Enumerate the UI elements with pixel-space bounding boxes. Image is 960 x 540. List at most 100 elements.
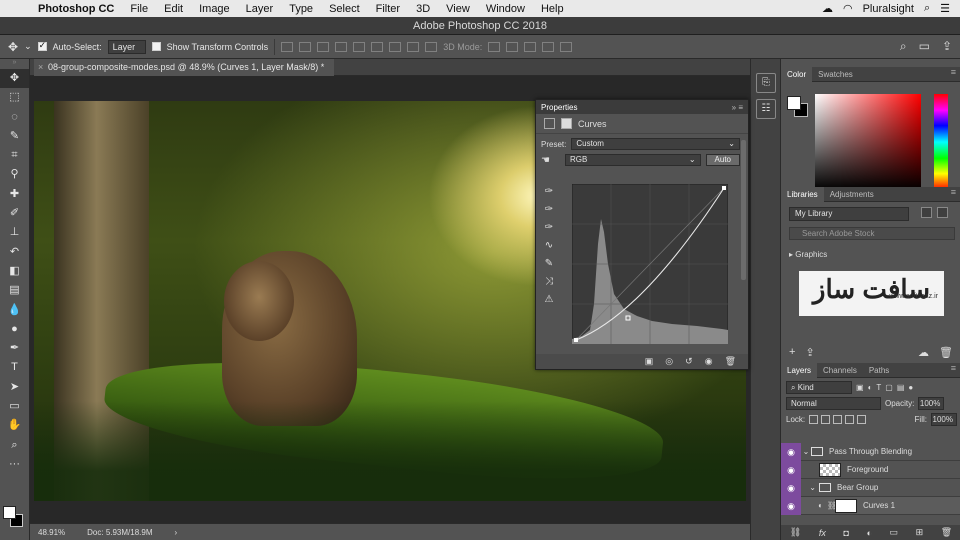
pluralsight-label[interactable]: Pluralsight	[863, 3, 914, 15]
menu-window[interactable]: Window	[478, 3, 533, 15]
properties-scrollbar[interactable]	[741, 140, 746, 280]
gradient-icon[interactable]: ▤	[0, 281, 29, 300]
layer-name[interactable]: Pass Through Blending	[829, 447, 912, 456]
eye-icon[interactable]: ◉	[781, 478, 801, 497]
share-icon[interactable]: ⇪	[942, 39, 952, 54]
properties-header[interactable]: Properties » ≡	[536, 100, 748, 114]
add-mask-icon[interactable]: ◘	[843, 528, 848, 538]
fx-icon[interactable]: fx	[819, 528, 826, 538]
tool-preset-chevron-icon[interactable]: ⌄	[24, 41, 32, 52]
foreground-color-chip[interactable]	[787, 96, 801, 110]
smooth-curve-icon[interactable]: ⤨	[542, 276, 556, 294]
eye-icon[interactable]: ◉	[781, 442, 801, 461]
chevron-down-icon[interactable]: ⌄	[801, 447, 811, 456]
layer-row[interactable]: ◉ ◐ ⛓ Curves 1	[781, 496, 960, 515]
document-tab[interactable]: × 08-group-composite-modes.psd @ 48.9% (…	[34, 59, 335, 76]
hue-slider[interactable]	[934, 94, 948, 190]
healing-icon[interactable]: ✚	[0, 185, 29, 204]
link-icon[interactable]: ⛓	[827, 501, 837, 510]
3d-scale-icon[interactable]	[560, 41, 573, 52]
link-layers-icon[interactable]: ⛓	[790, 527, 801, 538]
grid-view-icon[interactable]	[920, 207, 932, 218]
visibility-icon[interactable]: ◉	[705, 356, 713, 367]
distribute-icon[interactable]	[389, 41, 402, 52]
new-layer-icon[interactable]: ⊞	[916, 527, 924, 538]
3d-orbit-icon[interactable]	[488, 41, 501, 52]
auto-select-dropdown[interactable]: Layer	[107, 39, 146, 54]
layer-row[interactable]: ◉ Foreground	[781, 460, 960, 479]
pen-icon[interactable]: ✒	[0, 339, 29, 358]
menu-file[interactable]: File	[122, 3, 156, 15]
layer-row[interactable]: ◉ ⌄ Pass Through Blending	[781, 442, 960, 461]
mask-icon[interactable]	[561, 118, 572, 129]
lock-transparent-icon[interactable]	[809, 414, 819, 424]
list-icon[interactable]: ☰	[940, 2, 950, 15]
filter-pixel-icon[interactable]: ▣	[856, 383, 864, 392]
align-top-icon[interactable]	[281, 41, 294, 52]
library-dropdown[interactable]: My Library	[789, 207, 909, 221]
lock-all-icon[interactable]	[857, 414, 867, 424]
filter-adjustment-icon[interactable]: ◐	[868, 383, 873, 392]
stock-search-input[interactable]: Search Adobe Stock	[789, 227, 955, 240]
menu-help[interactable]: Help	[533, 3, 572, 15]
layer-name[interactable]: Bear Group	[837, 483, 878, 492]
graphics-section-header[interactable]: ▸ Graphics	[789, 250, 960, 259]
target-adjust-icon[interactable]: ☚	[541, 155, 550, 166]
menu-app[interactable]: Photoshop CC	[30, 3, 122, 15]
menu-image[interactable]: Image	[191, 3, 238, 15]
cloud-icon[interactable]: ☁	[822, 2, 833, 15]
align-center-icon[interactable]	[353, 41, 366, 52]
menu-3d[interactable]: 3D	[408, 3, 438, 15]
curve-black-point[interactable]	[574, 338, 578, 342]
3d-slide-icon[interactable]	[542, 41, 555, 52]
pencil-icon[interactable]: ✎	[542, 258, 556, 276]
menu-layer[interactable]: Layer	[238, 3, 282, 15]
brush-icon[interactable]: ✐	[0, 204, 29, 223]
filter-shape-icon[interactable]: ▢	[885, 383, 893, 392]
menu-edit[interactable]: Edit	[156, 3, 191, 15]
tab-paths[interactable]: Paths	[863, 363, 895, 378]
trash-icon[interactable]: 🗑	[941, 527, 952, 538]
tab-swatches[interactable]: Swatches	[812, 67, 859, 82]
gray-point-eyedropper-icon[interactable]: ✑	[542, 204, 556, 222]
search-icon[interactable]: ⌕	[924, 2, 930, 15]
layer-name[interactable]: Curves 1	[863, 501, 895, 510]
chevron-down-icon[interactable]: ⌄	[801, 483, 819, 492]
eye-icon[interactable]: ◉	[781, 496, 801, 515]
align-right-icon[interactable]	[371, 41, 384, 52]
search-icon[interactable]: ⌕	[900, 39, 907, 54]
foreground-color-swatch[interactable]	[3, 506, 16, 519]
lock-pixels-icon[interactable]	[821, 414, 831, 424]
add-icon[interactable]: +	[789, 346, 795, 359]
align-middle-icon[interactable]	[299, 41, 312, 52]
properties-panel-icon[interactable]: ☷	[756, 99, 776, 119]
auto-button[interactable]: Auto	[705, 154, 740, 166]
more-icon[interactable]: ···	[0, 455, 29, 474]
layer-name[interactable]: Foreground	[847, 465, 888, 474]
eyedropper-icon[interactable]: ⚲	[0, 165, 29, 184]
zoom-level[interactable]: 48.91%	[38, 528, 65, 537]
menu-view[interactable]: View	[438, 3, 478, 15]
panel-menu-icon[interactable]: ≡	[951, 187, 956, 197]
rectangle-icon[interactable]: ▭	[0, 397, 29, 416]
panel-menu-icon[interactable]: ≡	[951, 363, 956, 373]
view-previous-icon[interactable]: ◎	[665, 356, 673, 367]
menu-filter[interactable]: Filter	[368, 3, 408, 15]
curves-graph[interactable]	[572, 184, 728, 344]
lock-position-icon[interactable]	[833, 414, 843, 424]
marquee-icon[interactable]: ⬚	[0, 88, 29, 107]
preset-dropdown[interactable]: Custom ⌄	[571, 138, 740, 150]
zoom-icon[interactable]: ⌕	[0, 436, 29, 455]
distribute-h-icon[interactable]	[407, 41, 420, 52]
3d-pan-icon[interactable]	[524, 41, 537, 52]
new-adjustment-icon[interactable]: ◐	[866, 528, 871, 538]
hand-icon[interactable]: ✋	[0, 416, 29, 435]
lasso-icon[interactable]: ◌	[0, 108, 29, 127]
move-tool-icon[interactable]: ✥	[8, 40, 18, 54]
channel-dropdown[interactable]: RGB ⌄	[564, 154, 701, 166]
upload-icon[interactable]: ⇪	[805, 346, 814, 359]
transform-controls-checkbox[interactable]	[151, 42, 161, 51]
quick-select-icon[interactable]: ✎	[0, 127, 29, 146]
filter-smart-icon[interactable]: ▤	[897, 383, 905, 392]
wifi-icon[interactable]: ◠	[843, 2, 853, 15]
